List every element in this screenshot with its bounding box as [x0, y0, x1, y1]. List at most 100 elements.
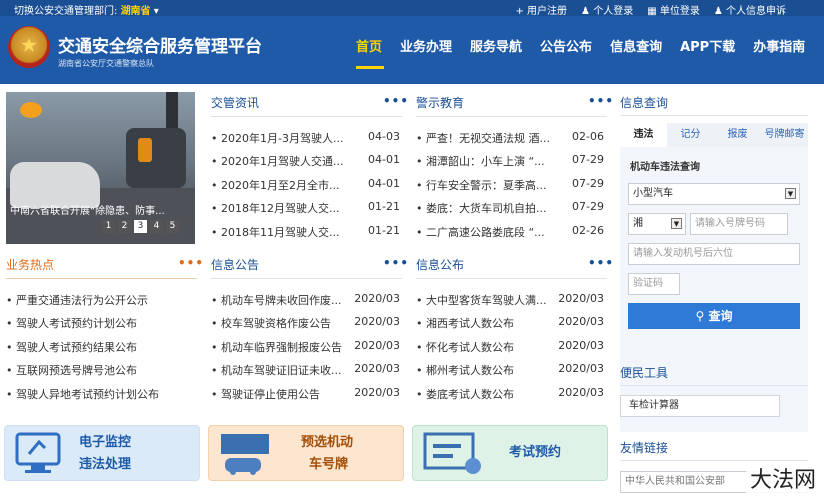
hot-business-more-button[interactable]: ••• [178, 256, 204, 270]
divider [620, 115, 808, 116]
search-icon: ⚲ [695, 309, 705, 323]
calendar-icon [423, 432, 481, 474]
site-watermark-logo: 大法网 [746, 462, 821, 494]
chevron-down-icon: ▼ [785, 188, 796, 199]
traffic-news-more-button[interactable]: ••• [383, 94, 409, 108]
vehicle-type-select[interactable]: 小型汽车 ▼ [628, 183, 800, 205]
list-item[interactable]: • 怀化考试人数公布 2020/03 [416, 335, 604, 358]
warning-edu-list: • 严查！无视交通法规 酒... 02-06 • 湘潭韶山：小车上演 “... 07… [416, 126, 604, 243]
nav-service-guide[interactable]: 服务导航 [470, 36, 522, 55]
nav-active-indicator [356, 66, 384, 69]
info-notice-title: 信息公告 [211, 258, 260, 272]
nav-announcements[interactable]: 公告公布 [540, 36, 592, 55]
list-item[interactable]: • 严重交通违法行为公开公示 [6, 288, 196, 311]
list-item[interactable]: • 2018年12月驾驶人交... 01-21 [211, 196, 400, 219]
list-item[interactable]: • 机动车驾驶证旧证未收... 2020/03 [211, 358, 400, 381]
tab-plate-mail[interactable]: 号牌邮寄 [761, 123, 808, 147]
warning-edu-title: 警示教育 [416, 96, 465, 110]
nav-guide[interactable]: 办事指南 [753, 36, 805, 55]
police-emblem-logo [8, 26, 50, 68]
list-item[interactable]: • 互联网预选号牌号池公布 [6, 358, 196, 381]
unit-login-link[interactable]: ▦ 单位登录 [647, 2, 700, 17]
captcha-input[interactable]: 验证码 [628, 273, 680, 295]
carousel-page[interactable]: 4 [150, 220, 163, 233]
department-switcher[interactable]: 切换公安交通管理部门: 湖南省 ▾ [14, 2, 159, 17]
list-item[interactable]: • 驾驶人异地考试预约计划公布 [6, 382, 196, 405]
list-item[interactable]: • 娄底考试人数公布 2020/03 [416, 382, 604, 405]
quick-label-line2: 违法处理 [79, 457, 132, 472]
register-link[interactable]: + 用户注册 [515, 2, 567, 17]
quick-electronic-monitor[interactable]: 电子监控 违法处理 [4, 425, 200, 481]
divider [416, 116, 607, 117]
monitor-icon [15, 432, 61, 473]
info-publish-list: • 大中型客货车驾驶人满... 2020/03 • 湘西考试人数公布 2020/03… [416, 288, 604, 405]
site-title: 交通安全综合服务管理平台 [58, 37, 262, 57]
info-publish-title: 信息公布 [416, 258, 465, 272]
list-item[interactable]: • 大中型客货车驾驶人满... 2020/03 [416, 288, 604, 311]
carousel-page-active[interactable]: 3 [134, 220, 147, 233]
info-notice-more-button[interactable]: ••• [383, 256, 409, 270]
nav-home[interactable]: 首页 [356, 36, 382, 55]
nav-app-download[interactable]: APP下载 [680, 36, 735, 55]
links-title: 友情链接 [620, 441, 669, 455]
list-item[interactable]: • 2020年1月至2月全市... 04-01 [211, 173, 400, 196]
quick-label-line1: 电子监控 [79, 435, 132, 450]
tab-violation[interactable]: 违法 [620, 123, 667, 147]
quick-label-line2: 车号牌 [309, 457, 349, 472]
carousel-page[interactable]: 1 [102, 220, 115, 233]
plate-prefix-select[interactable]: 湘 ▼ [628, 213, 686, 235]
quick-exam-booking[interactable]: 考试预约 [412, 425, 608, 481]
list-item[interactable]: • 驾驶人考试预约结果公布 [6, 335, 196, 358]
nav-business[interactable]: 业务办理 [400, 36, 452, 55]
news-carousel[interactable]: 中南六省联合开展“除隐患、防事... 1 2 3 4 5 [6, 92, 195, 244]
traffic-news-title: 交管资讯 [211, 96, 260, 110]
appeal-link[interactable]: ♟ 个人信息申诉 [714, 2, 786, 17]
info-publish-more-button[interactable]: ••• [588, 256, 614, 270]
inspection-calculator-button[interactable]: 车检计算器 [620, 395, 780, 417]
list-item[interactable]: • 校车驾驶资格作废公告 2020/03 [211, 311, 400, 334]
traffic-news-list: • 2020年1月-3月驾驶人... 04-03 • 2020年1月驾驶人交通..… [211, 126, 400, 243]
main-nav: 首页 业务办理 服务导航 公告公布 信息查询 APP下载 办事指南 [356, 36, 823, 55]
info-notice-list: • 机动车号牌未收回作废... 2020/03 • 校车驾驶资格作废公告 2020/… [211, 288, 400, 405]
tv-logo-icon [20, 102, 42, 118]
list-item[interactable]: • 娄底：大货车司机自拍... 07-29 [416, 196, 604, 219]
tools-title: 便民工具 [620, 366, 669, 380]
engine-number-input[interactable]: 请输入发动机号后六位 [628, 243, 800, 265]
top-bar: 切换公安交通管理部门: 湖南省 ▾ + 用户注册 ♟ 个人登录 ▦ 单位登录 ♟… [0, 0, 824, 17]
list-item[interactable]: • 湘潭韶山：小车上演 “... 07-29 [416, 149, 604, 172]
tab-points[interactable]: 记分 [667, 123, 714, 147]
chevron-down-icon: ▼ [671, 218, 682, 229]
divider [6, 278, 197, 279]
list-item[interactable]: • 二广高速公路娄底段 “... 02-26 [416, 220, 604, 243]
personal-login-link[interactable]: ♟ 个人登录 [581, 2, 633, 17]
list-item[interactable]: • 机动车号牌未收回作废... 2020/03 [211, 288, 400, 311]
list-item[interactable]: • 严查！无视交通法规 酒... 02-06 [416, 126, 604, 149]
list-item[interactable]: • 驾驶证停止使用公告 2020/03 [211, 382, 400, 405]
list-item[interactable]: • 郴州考试人数公布 2020/03 [416, 358, 604, 381]
site-subtitle: 湖南省公安厅交通警察总队 [58, 59, 154, 68]
carousel-pager: 1 2 3 4 5 [102, 220, 179, 233]
warning-edu-more-button[interactable]: ••• [588, 94, 614, 108]
list-item[interactable]: • 2018年11月驾驶人交... 01-21 [211, 220, 400, 243]
officer-image [138, 138, 152, 162]
hot-business-title: 业务热点 [6, 258, 55, 272]
carousel-page[interactable]: 5 [166, 220, 179, 233]
info-query-title: 信息查询 [620, 96, 669, 110]
plate-number-input[interactable]: 请输入号牌号码 [690, 213, 788, 235]
carousel-page[interactable]: 2 [118, 220, 131, 233]
nav-info-query[interactable]: 信息查询 [610, 36, 662, 55]
list-item[interactable]: • 行车安全警示：夏季高... 07-29 [416, 173, 604, 196]
tab-scrap[interactable]: 报废 [714, 123, 761, 147]
query-submit-button[interactable]: ⚲ 查询 [628, 303, 800, 329]
hot-business-list: • 严重交通违法行为公开公示 • 驾驶人考试预约计划公布 • 驾驶人考试预约结果… [6, 288, 196, 405]
query-box-title: 机动车违法查询 [630, 162, 700, 173]
list-item[interactable]: • 2020年1月驾驶人交通... 04-01 [211, 149, 400, 172]
divider [620, 460, 808, 461]
site-header: 交通安全综合服务管理平台 湖南省公安厅交通警察总队 首页 业务办理 服务导航 公… [0, 16, 824, 84]
carousel-caption[interactable]: 中南六省联合开展“除隐患、防事... [10, 202, 165, 217]
list-item[interactable]: • 湘西考试人数公布 2020/03 [416, 311, 604, 334]
quick-plate-preselect[interactable]: 预选机动 车号牌 [208, 425, 404, 481]
list-item[interactable]: • 机动车临界强制报废公告 2020/03 [211, 335, 400, 358]
list-item[interactable]: • 驾驶人考试预约计划公布 [6, 311, 196, 334]
list-item[interactable]: • 2020年1月-3月驾驶人... 04-03 [211, 126, 400, 149]
